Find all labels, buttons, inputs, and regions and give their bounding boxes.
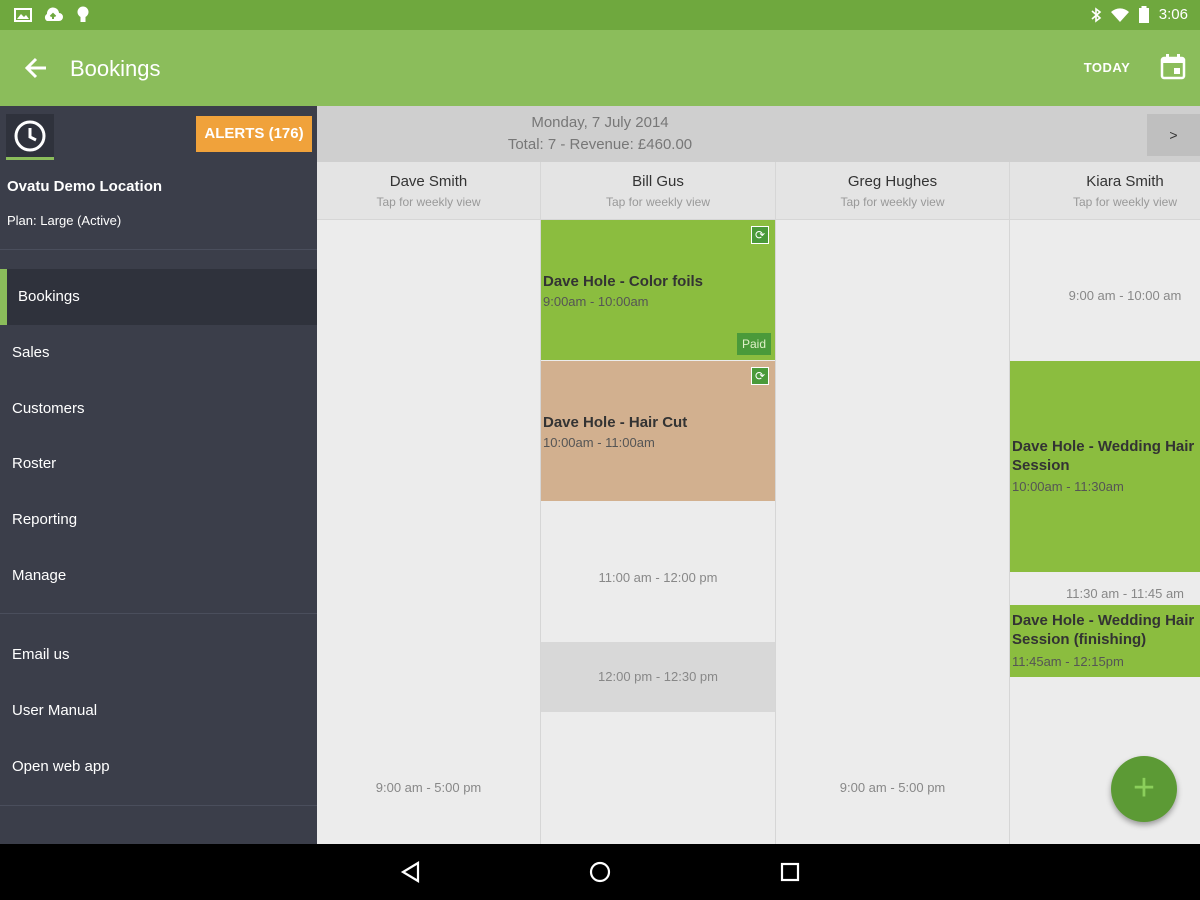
nav-item-email-us[interactable]: Email us	[0, 627, 317, 683]
schedule-summary: Total: 7 - Revenue: £460.00	[507, 136, 693, 153]
clock-icon	[14, 120, 46, 151]
nav-item-manage[interactable]: Manage	[0, 548, 317, 604]
arrow-left-icon[interactable]	[20, 52, 54, 84]
schedule-date: Monday, 7 July 2014	[531, 114, 669, 131]
battery-icon	[1139, 6, 1149, 23]
booking-time: 10:00am - 11:30am	[1012, 479, 1124, 494]
repeat-icon: ⟳	[751, 367, 769, 385]
lightbulb-icon	[77, 6, 89, 22]
booking-time: 10:00am - 11:00am	[543, 435, 655, 450]
nav-item-bookings[interactable]: Bookings	[0, 269, 317, 325]
booking-title: Dave Hole - Color foils	[543, 273, 704, 290]
page-title: Bookings	[70, 56, 161, 81]
divider	[0, 613, 317, 614]
alerts-button[interactable]: ALERTS (176)	[196, 116, 312, 152]
staff-header[interactable]: Greg Hughes Tap for weekly view	[776, 162, 1009, 220]
blocked-slot[interactable]: 12:00 pm - 12:30 pm	[541, 642, 775, 712]
booking-time: 11:45am - 12:15pm	[1012, 654, 1124, 669]
status-bar: 3:06	[0, 0, 1200, 30]
booking-card[interactable]: Dave Hole - Wedding Hair Session (finish…	[1010, 605, 1200, 677]
booking-card[interactable]: ⟳ Dave Hole - Color foils 9:00am - 10:00…	[541, 220, 775, 360]
location-name: Ovatu Demo Location	[7, 178, 163, 195]
staff-column-kiara-smith: Kiara Smith Tap for weekly view 9:00 am …	[1010, 162, 1200, 844]
bluetooth-icon	[1091, 7, 1102, 23]
booking-title: Dave Hole - Wedding Hair Session (finish…	[1012, 612, 1195, 648]
date-header: Monday, 7 July 2014 Total: 7 - Revenue: …	[317, 106, 1200, 162]
today-button[interactable]: TODAY	[1074, 60, 1140, 76]
nav-item-reporting[interactable]: Reporting	[0, 492, 317, 548]
schedule-view: Monday, 7 July 2014 Total: 7 - Revenue: …	[317, 106, 1200, 844]
divider	[0, 805, 317, 806]
weekly-view-hint: Tap for weekly view	[1072, 195, 1178, 209]
plan-status: Plan: Large (Active)	[7, 213, 122, 228]
staff-header[interactable]: Dave Smith Tap for weekly view	[317, 162, 540, 220]
availability-slot[interactable]: 9:00 am - 5:00 pm	[776, 780, 1009, 796]
clock-time: 3:06	[1158, 6, 1188, 23]
staff-name: Bill Gus	[632, 173, 684, 190]
next-day-button[interactable]: >	[1147, 114, 1200, 156]
clock-tab[interactable]	[6, 114, 54, 160]
plus-icon: +	[1132, 767, 1156, 809]
staff-header[interactable]: Kiara Smith Tap for weekly view	[1010, 162, 1200, 220]
staff-column-bill-gus: Bill Gus Tap for weekly view ⟳ Dave Hole…	[541, 162, 776, 844]
wifi-icon	[1111, 8, 1129, 22]
weekly-view-hint: Tap for weekly view	[605, 195, 711, 209]
availability-slot[interactable]: 11:00 am - 12:00 pm	[541, 570, 775, 586]
nav-item-roster[interactable]: Roster	[0, 436, 317, 492]
calendar-icon[interactable]	[1160, 54, 1186, 80]
booking-title: Dave Hole - Hair Cut	[543, 414, 688, 431]
staff-header[interactable]: Bill Gus Tap for weekly view	[541, 162, 775, 220]
image-icon	[14, 8, 32, 22]
staff-name: Dave Smith	[389, 173, 468, 190]
cloud-upload-icon	[44, 7, 63, 21]
availability-slot[interactable]: 9:00 am - 10:00 am	[1010, 288, 1200, 304]
navigation-drawer: ALERTS (176) Ovatu Demo Location Plan: L…	[0, 106, 317, 844]
booking-time: 9:00am - 10:00am	[543, 294, 649, 309]
back-triangle-icon[interactable]	[397, 858, 425, 886]
booking-card[interactable]: ⟳ Dave Hole - Hair Cut 10:00am - 11:00am	[541, 361, 775, 501]
booking-title: Dave Hole - Wedding Hair Session	[1012, 438, 1195, 474]
paid-badge: Paid	[737, 333, 771, 355]
availability-slot: 12:00 pm - 12:30 pm	[598, 669, 718, 684]
booking-card[interactable]: Dave Hole - Wedding Hair Session 10:00am…	[1010, 361, 1200, 572]
staff-name: Greg Hughes	[847, 173, 938, 190]
add-booking-button[interactable]: +	[1111, 756, 1177, 822]
repeat-icon: ⟳	[751, 226, 769, 244]
home-circle-icon[interactable]	[586, 858, 614, 886]
recents-square-icon[interactable]	[776, 858, 804, 886]
staff-column-dave-smith: Dave Smith Tap for weekly view 9:00 am -…	[317, 162, 541, 844]
app-bar: Bookings TODAY	[0, 30, 1200, 106]
divider	[0, 249, 317, 250]
staff-name: Kiara Smith	[1086, 173, 1164, 190]
availability-slot[interactable]: 9:00 am - 5:00 pm	[317, 780, 540, 796]
nav-item-customers[interactable]: Customers	[0, 381, 317, 437]
system-nav-bar	[0, 844, 1200, 900]
weekly-view-hint: Tap for weekly view	[840, 195, 945, 209]
weekly-view-hint: Tap for weekly view	[376, 195, 481, 209]
nav-item-user-manual[interactable]: User Manual	[0, 683, 317, 739]
nav-item-open-web-app[interactable]: Open web app	[0, 739, 317, 795]
staff-column-greg-hughes: Greg Hughes Tap for weekly view 9:00 am …	[776, 162, 1010, 844]
availability-slot[interactable]: 11:30 am - 11:45 am	[1010, 586, 1200, 602]
nav-item-sales[interactable]: Sales	[0, 325, 317, 381]
